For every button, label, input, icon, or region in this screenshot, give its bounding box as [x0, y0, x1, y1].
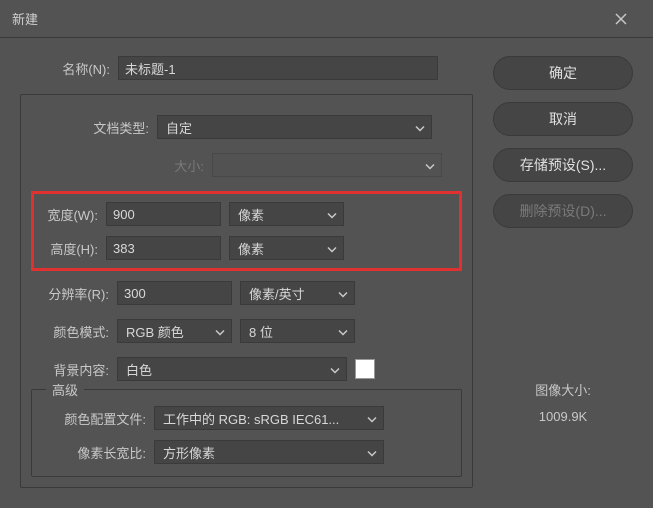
width-input[interactable]	[106, 202, 221, 226]
aspect-select[interactable]: 方形像素	[154, 440, 384, 464]
resolution-unit-value: 像素/英寸	[249, 284, 305, 303]
ok-button[interactable]: 确定	[493, 56, 633, 90]
width-unit-value: 像素	[238, 205, 264, 224]
resolution-label: 分辨率(R):	[31, 284, 109, 303]
chevron-down-icon	[367, 445, 377, 460]
name-input[interactable]	[118, 56, 438, 80]
image-size-label: 图像大小:	[493, 380, 633, 399]
bg-label: 背景内容:	[31, 360, 109, 379]
height-label: 高度(H):	[40, 239, 98, 258]
close-button[interactable]	[601, 0, 641, 38]
height-unit-value: 像素	[238, 239, 264, 258]
size-label: 大小:	[31, 156, 204, 175]
highlight-box: 宽度(W): 像素 高度(H): 像素	[31, 191, 462, 271]
bit-depth-value: 8 位	[249, 322, 273, 341]
save-preset-button[interactable]: 存储预设(S)...	[493, 148, 633, 182]
width-unit-select[interactable]: 像素	[229, 202, 344, 226]
dialog-title: 新建	[12, 9, 38, 28]
name-label: 名称(N):	[20, 59, 110, 78]
chevron-down-icon	[338, 286, 348, 301]
profile-label: 颜色配置文件:	[42, 409, 146, 428]
aspect-label: 像素长宽比:	[42, 443, 146, 462]
chevron-down-icon	[338, 324, 348, 339]
image-size-info: 图像大小: 1009.9K	[493, 380, 633, 424]
chevron-down-icon	[330, 362, 340, 377]
color-mode-select[interactable]: RGB 颜色	[117, 319, 232, 343]
chevron-down-icon	[415, 120, 425, 135]
doc-type-value: 自定	[166, 118, 192, 137]
bg-color-swatch[interactable]	[355, 359, 375, 379]
image-size-value: 1009.9K	[493, 409, 633, 424]
chevron-down-icon	[425, 158, 435, 173]
color-mode-label: 颜色模式:	[31, 322, 109, 341]
titlebar: 新建	[0, 0, 653, 38]
chevron-down-icon	[327, 207, 337, 222]
resolution-unit-select[interactable]: 像素/英寸	[240, 281, 355, 305]
cancel-button[interactable]: 取消	[493, 102, 633, 136]
advanced-fieldset: 高级 颜色配置文件: 工作中的 RGB: sRGB IEC61... 像素长宽比…	[31, 389, 462, 477]
resolution-input[interactable]	[117, 281, 232, 305]
height-unit-select[interactable]: 像素	[229, 236, 344, 260]
color-mode-value: RGB 颜色	[126, 322, 184, 341]
profile-value: 工作中的 RGB: sRGB IEC61...	[163, 409, 339, 428]
main-fieldset: 文档类型: 自定 大小: 宽度(W): 像素	[20, 94, 473, 488]
bit-depth-select[interactable]: 8 位	[240, 319, 355, 343]
size-select	[212, 153, 442, 177]
width-label: 宽度(W):	[40, 205, 98, 224]
height-input[interactable]	[106, 236, 221, 260]
chevron-down-icon	[215, 324, 225, 339]
close-icon	[615, 13, 627, 25]
doc-type-select[interactable]: 自定	[157, 115, 432, 139]
chevron-down-icon	[327, 241, 337, 256]
bg-value: 白色	[126, 360, 152, 379]
profile-select[interactable]: 工作中的 RGB: sRGB IEC61...	[154, 406, 384, 430]
delete-preset-button: 删除预设(D)...	[493, 194, 633, 228]
aspect-value: 方形像素	[163, 443, 215, 462]
bg-select[interactable]: 白色	[117, 357, 347, 381]
advanced-legend: 高级	[46, 380, 84, 399]
doc-type-label: 文档类型:	[31, 118, 149, 137]
chevron-down-icon	[367, 411, 377, 426]
